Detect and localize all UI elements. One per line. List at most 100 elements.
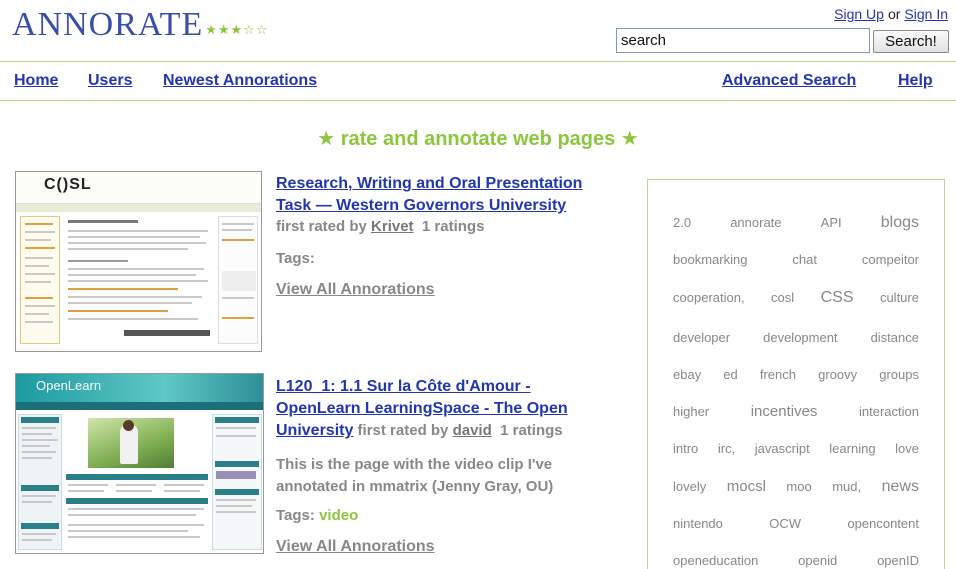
- entry-tags: Tags:: [276, 248, 315, 270]
- header-divider: [0, 61, 956, 62]
- tag-cloud-row: nintendo OCW opencontent: [673, 516, 919, 531]
- entry-thumbnail[interactable]: C()SL: [15, 171, 262, 352]
- nav-advanced-search[interactable]: Advanced Search: [722, 72, 856, 90]
- thumb-content-bar: [66, 498, 208, 504]
- tag-link[interactable]: 2.0: [673, 215, 691, 230]
- thumb-logo: C()SL: [44, 176, 92, 193]
- entry-meta: first rated by Krivet 1 ratings: [276, 216, 484, 238]
- view-all-annorations-link[interactable]: View All Annorations: [276, 281, 435, 299]
- thumb-main: [64, 216, 214, 344]
- user-link[interactable]: david: [453, 422, 492, 439]
- user-link[interactable]: Krivet: [371, 218, 414, 235]
- tag-link[interactable]: learning: [829, 441, 875, 456]
- nav-home[interactable]: Home: [14, 72, 58, 90]
- tag-link[interactable]: irc,: [718, 441, 735, 456]
- tag-link[interactable]: interaction: [859, 404, 919, 419]
- nav-divider: [0, 100, 956, 101]
- tag-link[interactable]: distance: [871, 330, 919, 345]
- description-line: annotated in mmatrix (Jenny Gray, OU): [276, 478, 554, 495]
- entry-meta: first rated by david 1 ratings: [353, 422, 563, 439]
- tag-link[interactable]: blogs: [881, 214, 919, 232]
- tag-link[interactable]: groups: [879, 367, 919, 382]
- tag-link[interactable]: incentives: [751, 403, 818, 420]
- thumb-sidebar: [18, 414, 62, 550]
- tag-cloud-row: higher incentives interaction: [673, 403, 919, 420]
- tag-cloud-row: intro irc, javascript learning love: [673, 441, 919, 456]
- tag-link[interactable]: API: [821, 215, 842, 230]
- tag-link[interactable]: mocsl: [727, 478, 766, 495]
- tag-link[interactable]: opencontent: [847, 516, 919, 531]
- entry-title-line: OpenLearn LearningSpace - The Open: [276, 400, 568, 417]
- thumb-menu-bar: [16, 402, 263, 410]
- tag-cloud-row: ebay ed french groovy groups: [673, 367, 919, 382]
- nav-newest-annorations[interactable]: Newest Annorations: [163, 72, 317, 90]
- tag-link[interactable]: openid: [798, 553, 837, 568]
- tag-link[interactable]: compeitor: [862, 252, 919, 267]
- tag-link[interactable]: cooperation,: [673, 290, 745, 305]
- tag-cloud-row: developer development distance: [673, 330, 919, 345]
- entry-thumbnail[interactable]: OpenLearn: [15, 373, 264, 554]
- nav-help[interactable]: Help: [898, 72, 933, 90]
- tag-link[interactable]: javascript: [755, 441, 810, 456]
- search-input[interactable]: [616, 28, 870, 53]
- tag-link[interactable]: cosl: [771, 290, 794, 305]
- tag-link[interactable]: CSS: [821, 289, 854, 307]
- description-line: This is the page with the video clip I'v…: [276, 456, 553, 473]
- tag-link[interactable]: ebay: [673, 367, 701, 382]
- entry-description: This is the page with the video clip I'v…: [276, 454, 553, 498]
- site-logo[interactable]: ANNORATE ★★★☆☆: [12, 6, 269, 44]
- entry-title-line: University: [276, 422, 354, 439]
- tag-link[interactable]: openeducation: [673, 553, 758, 568]
- tag-link[interactable]: annorate: [730, 215, 781, 230]
- tag-cloud: 2.0 annorate API blogs bookmarking chat …: [647, 179, 945, 569]
- logo-text: ANNORATE: [12, 6, 204, 43]
- tag-link[interactable]: development: [763, 330, 837, 345]
- sign-up-link[interactable]: Sign Up: [834, 6, 884, 22]
- auth-links: Sign Up or Sign In: [834, 6, 948, 22]
- tag-link[interactable]: chat: [792, 252, 817, 267]
- tag-link[interactable]: ed: [723, 367, 737, 382]
- tag-link[interactable]: news: [882, 478, 919, 496]
- tag-cloud-row: cooperation, cosl CSS culture: [673, 289, 919, 307]
- first-rated-label: first rated by: [276, 218, 367, 235]
- tag-link[interactable]: intro: [673, 441, 698, 456]
- thumb-content-bar: [66, 474, 208, 480]
- view-all-annorations-link[interactable]: View All Annorations: [276, 538, 435, 556]
- tag-link[interactable]: lovely: [673, 479, 706, 494]
- ratings-count: 1 ratings: [500, 422, 563, 439]
- ratings-count: 1 ratings: [421, 218, 485, 235]
- tag-link[interactable]: french: [760, 367, 796, 382]
- tag-link[interactable]: openID: [877, 553, 919, 568]
- first-rated-label: first rated by: [357, 422, 449, 439]
- tag-cloud-row: lovely mocsl moo mud, news: [673, 478, 919, 496]
- tag-link[interactable]: OCW: [769, 516, 801, 531]
- tag-link[interactable]: nintendo: [673, 516, 723, 531]
- search-button[interactable]: Search!: [873, 30, 949, 53]
- entry-title-line: Task — Western Governors University: [276, 197, 567, 214]
- nav-users[interactable]: Users: [88, 72, 132, 90]
- entry-title-line: Research, Writing and Oral Presentation: [276, 175, 583, 192]
- tag-link[interactable]: moo: [786, 479, 811, 494]
- thumb-menu-bar: [16, 204, 261, 212]
- tag-link[interactable]: bookmarking: [673, 252, 747, 267]
- entry-tags: Tags: video: [276, 505, 358, 527]
- or-text: or: [887, 6, 901, 22]
- tag-link[interactable]: culture: [880, 290, 919, 305]
- thumb-logo: OpenLearn: [36, 378, 102, 393]
- sign-in-link[interactable]: Sign In: [904, 6, 948, 22]
- thumb-header: C()SL: [16, 172, 261, 204]
- tagline: ★ rate and annotate web pages ★: [317, 128, 639, 150]
- entry-title: Research, Writing and Oral Presentation T…: [276, 173, 632, 217]
- tag-link[interactable]: higher: [673, 404, 709, 419]
- tag-link[interactable]: developer: [673, 330, 730, 345]
- entry-title-link[interactable]: Research, Writing and Oral Presentation T…: [276, 175, 582, 214]
- logo-stars-icon: ★★★☆☆: [205, 22, 269, 37]
- tag-link[interactable]: mud,: [832, 479, 861, 494]
- tag-link[interactable]: love: [895, 441, 919, 456]
- tags-label: Tags:: [276, 507, 315, 524]
- tag-link[interactable]: video: [319, 507, 358, 524]
- tag-link[interactable]: groovy: [818, 367, 857, 382]
- thumb-header: OpenLearn: [16, 374, 263, 402]
- tag-cloud-row: bookmarking chat compeitor: [673, 252, 919, 267]
- entry-title-line: L120_1: 1.1 Sur la Côte d'Amour -: [276, 378, 531, 395]
